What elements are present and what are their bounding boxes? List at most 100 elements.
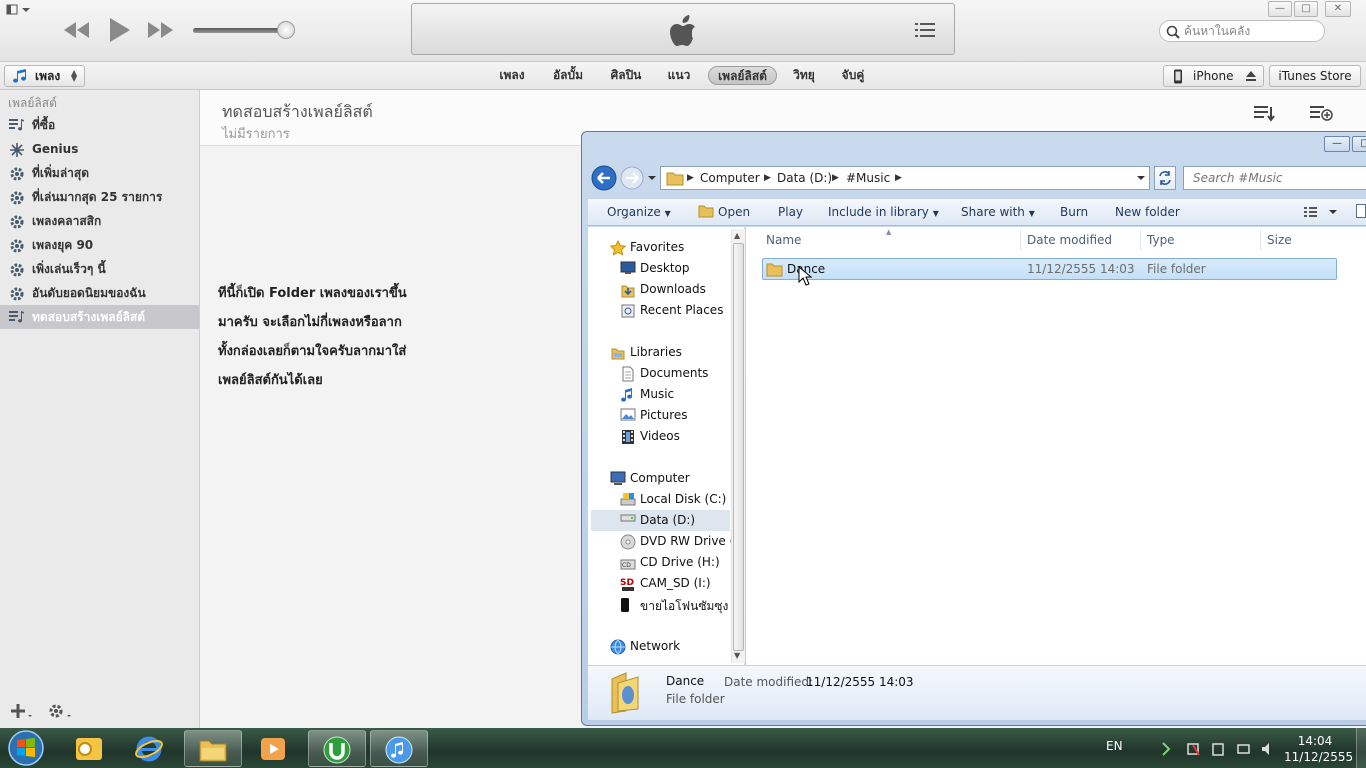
nav-pictures[interactable]: Pictures	[620, 408, 688, 422]
fast-forward-icon[interactable]	[147, 20, 175, 40]
tab-genres[interactable]: แนว	[662, 66, 696, 85]
column-date-modified[interactable]: Date modified	[1027, 233, 1112, 247]
itunes-store-button[interactable]: iTunes Store	[1269, 65, 1361, 87]
add-playlist-icon[interactable]	[11, 703, 33, 719]
nav-documents[interactable]: Documents	[622, 366, 708, 382]
tab-albums[interactable]: อัลบั้ม	[546, 66, 590, 85]
playlist-icon	[9, 118, 25, 132]
media-kind-dropdown[interactable]: เพลง ▲ ▼	[4, 65, 85, 87]
sort-icon[interactable]	[1254, 103, 1278, 123]
nav-downloads[interactable]: Downloads	[621, 282, 706, 298]
back-button[interactable]	[591, 165, 617, 191]
column-size[interactable]: Size	[1267, 233, 1292, 247]
close-button[interactable]: ✕	[1325, 1, 1351, 17]
up-next-list-icon[interactable]	[915, 22, 935, 38]
address-bar[interactable]: ▶ Computer ▶ Data (D:) ▶ #Music ▶	[660, 166, 1150, 190]
language-indicator[interactable]: EN	[1106, 739, 1123, 753]
new-folder-button[interactable]: New folder	[1115, 205, 1180, 219]
play-button[interactable]: Play	[778, 205, 803, 219]
sidebar-item[interactable]: ที่ซื้อ	[0, 113, 199, 137]
folder-search-input[interactable]: Search #Music	[1183, 166, 1366, 190]
scroll-down-icon[interactable]: ▼	[734, 651, 740, 660]
breadcrumb-data-d[interactable]: Data (D:)	[777, 167, 832, 189]
burn-button[interactable]: Burn	[1060, 205, 1088, 219]
column-divider[interactable]	[1020, 230, 1021, 250]
sidebar-item[interactable]: ที่เพิ่มล่าสุด	[0, 161, 199, 185]
taskbar-clock[interactable]: 14:04 11/12/2555	[1284, 733, 1353, 765]
sidebar-item[interactable]: Genius	[0, 137, 199, 161]
breadcrumb-arrow-icon[interactable]: ▶	[895, 167, 902, 189]
rewind-icon[interactable]	[62, 20, 90, 40]
playlist-title[interactable]: ทดสอบสร้างเพลย์ลิสต์	[222, 100, 373, 125]
nav-videos[interactable]: Videos	[622, 429, 680, 444]
nav-cam-sd-i[interactable]: SD CAM_SD (I:)	[620, 576, 711, 591]
nav-pane-scrollbar[interactable]: ▲ ▼	[731, 229, 745, 663]
maximize-button[interactable]: □	[1294, 1, 1318, 17]
column-divider[interactable]	[1260, 230, 1261, 250]
start-button[interactable]	[6, 729, 46, 767]
taskbar-utorrent-button[interactable]	[308, 730, 366, 767]
nav-recent-places[interactable]: Recent Places	[621, 303, 723, 318]
sidebar-item[interactable]: อันดับยอดนิยมของฉัน	[0, 281, 199, 305]
breadcrumb-computer[interactable]: Computer	[700, 167, 760, 189]
settings-gear-icon[interactable]	[47, 702, 73, 720]
tab-match[interactable]: จับคู่	[835, 66, 871, 85]
breadcrumb-arrow-icon[interactable]: ▶	[764, 167, 771, 189]
hard-disk-icon	[620, 492, 636, 506]
open-button[interactable]: Open	[698, 205, 750, 219]
nav-libraries[interactable]: Libraries	[611, 345, 682, 360]
sidebar-item[interactable]: เพิ่งเล่นเร็วๆ นี้	[0, 257, 199, 281]
recent-pages-dropdown-icon[interactable]	[647, 174, 657, 182]
breadcrumb-arrow-icon[interactable]: ▶	[832, 167, 839, 189]
taskbar-ie-button[interactable]	[121, 730, 179, 767]
add-to-icon[interactable]	[1310, 103, 1334, 123]
forward-button[interactable]	[620, 166, 644, 190]
tab-songs[interactable]: เพลง	[493, 66, 531, 85]
library-search-input[interactable]: ค้นหาในคลัง	[1159, 20, 1325, 42]
include-in-library-button[interactable]: Include in library ▼	[828, 205, 939, 219]
address-dropdown-icon[interactable]	[1136, 175, 1146, 183]
sidebar-item[interactable]: ที่เล่นมากสุด 25 รายการ	[0, 185, 199, 209]
nav-local-disk-c[interactable]: Local Disk (C:)	[620, 492, 726, 506]
nav-label: Videos	[640, 429, 680, 443]
minimize-button[interactable]: —	[1268, 1, 1292, 17]
volume-slider[interactable]	[193, 28, 287, 33]
organize-button[interactable]: Organize ▼	[607, 205, 671, 219]
show-desktop-button[interactable]	[1356, 728, 1366, 768]
column-divider[interactable]	[1140, 230, 1141, 250]
nav-favorites[interactable]: Favorites	[610, 240, 684, 256]
nav-desktop[interactable]: Desktop	[620, 261, 690, 275]
taskbar-outlook-button[interactable]	[61, 730, 119, 767]
tab-playlists[interactable]: เพลย์ลิสต์	[708, 66, 777, 85]
nav-network[interactable]: Network	[610, 639, 680, 655]
iphone-device-button[interactable]: iPhone	[1163, 65, 1264, 87]
view-options-icon[interactable]	[1304, 206, 1340, 218]
eject-icon[interactable]	[1245, 70, 1257, 82]
sidebar-item[interactable]: เพลงคลาสสิก	[0, 209, 199, 233]
tab-radio[interactable]: วิทยุ	[787, 66, 821, 85]
scrollbar-thumb[interactable]	[733, 243, 744, 651]
nav-music[interactable]: Music	[621, 387, 674, 402]
tab-artists[interactable]: ศิลปิน	[604, 66, 648, 85]
nav-data-d[interactable]: Data (D:)	[620, 513, 695, 527]
column-type[interactable]: Type	[1147, 233, 1175, 247]
nav-phone[interactable]: ขายไอโฟนซัมซุง ติ	[621, 597, 740, 616]
nav-cd-drive-h[interactable]: CD CD Drive (H:)	[620, 555, 720, 570]
nav-computer[interactable]: Computer	[610, 471, 690, 485]
refresh-button[interactable]	[1154, 166, 1176, 190]
taskbar-media-button[interactable]	[245, 730, 303, 767]
preview-pane-icon[interactable]	[1356, 204, 1366, 218]
taskbar-itunes-button[interactable]	[370, 730, 428, 767]
window-menu-icon[interactable]	[6, 4, 32, 16]
sidebar-item[interactable]: เพลงยุค 90	[0, 233, 199, 257]
column-name[interactable]: Name	[766, 233, 801, 247]
taskbar-explorer-button[interactable]	[184, 730, 242, 767]
breadcrumb-music[interactable]: #Music	[846, 167, 890, 189]
play-icon[interactable]	[108, 17, 132, 43]
sidebar-item[interactable]: ทดสอบสร้างเพลย์ลิสต์	[0, 305, 199, 329]
share-with-button[interactable]: Share with ▼	[961, 205, 1035, 219]
scroll-up-icon[interactable]: ▲	[734, 231, 740, 240]
explorer-minimize-button[interactable]: —	[1324, 136, 1350, 152]
explorer-maximize-button[interactable]: □	[1352, 136, 1366, 152]
volume-knob[interactable]	[277, 21, 295, 39]
